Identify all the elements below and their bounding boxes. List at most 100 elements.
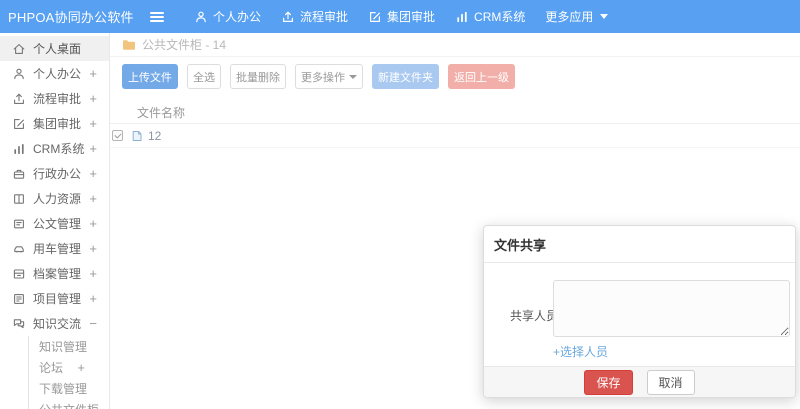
sidebar-item-desktop[interactable]: 个人桌面 <box>0 36 109 61</box>
sidebar-item-group-approval[interactable]: 集团审批 + <box>0 111 109 136</box>
expand-toggle[interactable]: + <box>89 91 97 106</box>
nav-label: CRM系统 <box>474 10 526 24</box>
expand-toggle[interactable]: + <box>89 166 97 181</box>
briefcase-icon <box>12 167 26 181</box>
row-checkbox[interactable] <box>112 130 123 141</box>
sidebar-item-hr[interactable]: 人力资源 + <box>0 186 109 211</box>
save-button[interactable]: 保存 <box>584 369 633 395</box>
user-icon <box>12 67 26 81</box>
select-all-button[interactable]: 全选 <box>187 64 221 89</box>
sidebar-item-administration[interactable]: 行政办公 + <box>0 161 109 186</box>
nav-label: 更多应用 <box>545 10 594 24</box>
upload-approve-icon <box>12 92 26 106</box>
hamburger-menu-icon[interactable] <box>150 11 164 22</box>
dialog-title: 文件共享 <box>494 237 547 253</box>
bar-chart-icon <box>12 142 26 156</box>
edit-icon <box>12 117 26 131</box>
book-icon <box>12 192 26 206</box>
sidebar-subitem-label: 知识管理 <box>39 340 88 354</box>
sidebar-item-official-docs[interactable]: 公文管理 + <box>0 211 109 236</box>
sidebar-item-personal-office[interactable]: 个人办公 + <box>0 61 109 86</box>
sidebar: 个人桌面 个人办公 + 流程审批 + 集团审批 + CRM系统 + 行政办公 +… <box>0 33 110 409</box>
file-icon <box>130 128 144 143</box>
sidebar-subitem-forum[interactable]: 论坛 + <box>29 357 109 378</box>
nav-item-personal-office[interactable]: 个人办公 <box>184 0 271 33</box>
file-share-dialog: 文件共享 共享人员 +选择人员 保存 取消 <box>483 225 796 398</box>
sidebar-item-vehicle[interactable]: 用车管理 + <box>0 236 109 261</box>
sidebar-item-label: 流程审批 <box>33 92 82 106</box>
sidebar-subitem-download-mgmt[interactable]: 下载管理 <box>29 378 109 399</box>
upload-approve-icon <box>281 10 295 24</box>
sidebar-item-label: 个人桌面 <box>33 42 82 56</box>
sidebar-item-label: 行政办公 <box>33 167 82 181</box>
file-name[interactable]: 12 <box>148 129 161 143</box>
caret-down-icon <box>600 14 609 19</box>
sidebar-item-workflow-approval[interactable]: 流程审批 + <box>0 86 109 111</box>
sidebar-item-label: 公文管理 <box>33 217 82 231</box>
more-actions-button[interactable]: 更多操作 <box>295 64 363 89</box>
breadcrumb: 公共文件柜 - 14 <box>110 33 800 57</box>
edit-icon <box>368 10 382 24</box>
nav-item-group-approval[interactable]: 集团审批 <box>358 0 445 33</box>
nav-item-more-apps[interactable]: 更多应用 <box>535 0 618 33</box>
share-members-label: 共享人员 <box>510 309 559 323</box>
expand-toggle[interactable]: + <box>89 241 97 256</box>
dialog-footer: 保存 取消 <box>484 366 795 397</box>
expand-toggle[interactable]: + <box>89 66 97 81</box>
nav-label: 流程审批 <box>300 10 349 24</box>
user-icon <box>194 10 208 24</box>
sidebar-item-archives[interactable]: 档案管理 + <box>0 261 109 286</box>
sidebar-item-label: 项目管理 <box>33 292 82 306</box>
sidebar-item-crm[interactable]: CRM系统 + <box>0 136 109 161</box>
top-nav-menu: 个人办公 流程审批 集团审批 CRM系统 更多应用 <box>184 0 618 33</box>
nav-item-crm[interactable]: CRM系统 <box>445 0 535 33</box>
collapse-toggle[interactable]: − <box>89 316 97 331</box>
expand-toggle[interactable]: + <box>89 191 97 206</box>
application-window: PHPOA协同办公软件 个人办公 流程审批 集团审批 CRM系统 更多应用 个人… <box>0 0 800 409</box>
dialog-body: 共享人员 +选择人员 <box>484 263 795 366</box>
breadcrumb-text: 公共文件柜 - 14 <box>142 38 227 52</box>
sidebar-item-label: 档案管理 <box>33 267 82 281</box>
expand-toggle[interactable]: + <box>89 266 97 281</box>
expand-toggle[interactable]: + <box>89 216 97 231</box>
back-button[interactable]: 返回上一级 <box>448 64 515 89</box>
sidebar-item-knowledge[interactable]: 知识交流 − <box>0 311 109 336</box>
nav-item-workflow-approval[interactable]: 流程审批 <box>271 0 358 33</box>
file-table-header: 文件名称 <box>110 102 800 124</box>
expand-toggle[interactable]: + <box>77 360 85 375</box>
archive-icon <box>12 267 26 281</box>
document-icon <box>12 217 26 231</box>
file-row[interactable]: 12 <box>110 124 800 148</box>
sidebar-subitem-public-file-cabinet[interactable]: 公共文件柜 <box>29 399 109 409</box>
expand-toggle[interactable]: + <box>89 141 97 156</box>
sidebar-subitem-label: 下载管理 <box>39 382 88 396</box>
sidebar-subitem-knowledge-mgmt[interactable]: 知识管理 <box>29 336 109 357</box>
toolbar: 上传文件 全选 批量删除 更多操作 新建文件夹 返回上一级 <box>110 57 800 97</box>
upload-file-button[interactable]: 上传文件 <box>122 64 178 89</box>
new-folder-button[interactable]: 新建文件夹 <box>372 64 439 89</box>
expand-toggle[interactable]: + <box>89 291 97 306</box>
sidebar-subitem-label: 公共文件柜 <box>39 401 99 409</box>
nav-label: 集团审批 <box>387 10 436 24</box>
batch-delete-button[interactable]: 批量删除 <box>230 64 286 89</box>
top-navbar: PHPOA协同办公软件 个人办公 流程审批 集团审批 CRM系统 更多应用 <box>0 0 800 33</box>
sidebar-item-label: 人力资源 <box>33 192 82 206</box>
sidebar-item-label: 集团审批 <box>33 117 82 131</box>
share-members-textarea[interactable] <box>553 280 790 337</box>
car-icon <box>12 242 26 256</box>
sidebar-item-projects[interactable]: 项目管理 + <box>0 286 109 311</box>
app-logo: PHPOA协同办公软件 <box>8 10 134 25</box>
knowledge-submenu: 知识管理 论坛 + 下载管理 公共文件柜 <box>28 336 109 409</box>
sidebar-item-label: 用车管理 <box>33 242 82 256</box>
expand-toggle[interactable]: + <box>89 116 97 131</box>
bar-chart-icon <box>455 10 469 24</box>
sidebar-subitem-label: 论坛 <box>39 361 64 375</box>
caret-down-icon <box>349 74 357 79</box>
home-icon <box>12 42 26 56</box>
sidebar-item-label: 个人办公 <box>33 67 82 81</box>
sidebar-item-label: CRM系统 <box>33 142 85 156</box>
folder-icon <box>122 38 136 52</box>
select-members-link[interactable]: +选择人员 <box>553 343 608 360</box>
nav-label: 个人办公 <box>213 10 262 24</box>
cancel-button[interactable]: 取消 <box>646 369 695 395</box>
